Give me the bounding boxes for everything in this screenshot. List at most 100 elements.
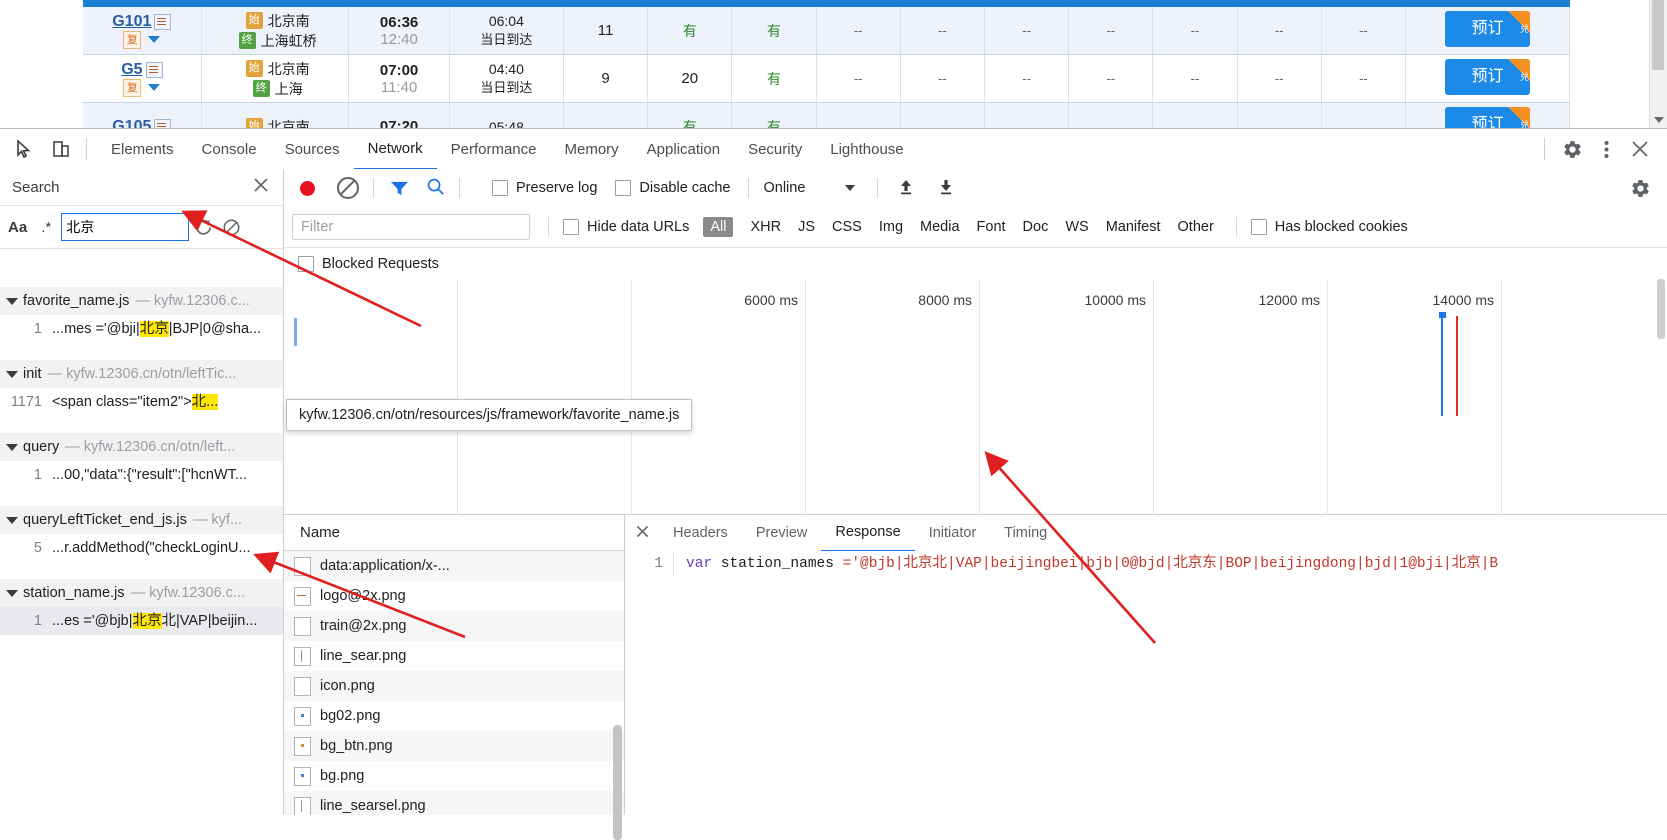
- page-scrollbar-thumb[interactable]: [1652, 0, 1664, 70]
- tab-application[interactable]: Application: [633, 130, 734, 169]
- collapse-triangle-icon[interactable]: [6, 370, 18, 378]
- train-code-cell[interactable]: G5 复: [83, 54, 202, 103]
- close-detail-icon[interactable]: [625, 525, 659, 542]
- list-item[interactable]: bg_btn.png: [284, 731, 624, 761]
- tab-memory[interactable]: Memory: [551, 130, 633, 169]
- search-result-file[interactable]: query — kyfw.12306.cn/otn/left...: [0, 433, 283, 461]
- train-code-cell[interactable]: G101 复: [83, 7, 202, 55]
- detail-tab-initiator[interactable]: Initiator: [915, 516, 991, 551]
- list-item[interactable]: logo@2x.png: [284, 581, 624, 611]
- tab-sources[interactable]: Sources: [271, 130, 354, 169]
- throttling-chevron-down-icon[interactable]: [845, 185, 856, 191]
- overview-scrollbar[interactable]: [1655, 279, 1667, 379]
- inspect-element-icon[interactable]: [8, 134, 38, 164]
- disable-cache-checkbox-group[interactable]: Disable cache: [615, 180, 730, 196]
- collapse-triangle-icon[interactable]: [6, 297, 18, 305]
- tab-elements[interactable]: Elements: [97, 130, 188, 169]
- clear-requests-icon[interactable]: [337, 177, 359, 199]
- record-button-icon[interactable]: [300, 180, 315, 196]
- close-devtools-icon[interactable]: [1623, 132, 1657, 166]
- has-blocked-cookies-checkbox[interactable]: [1250, 219, 1267, 235]
- schedule-icon[interactable]: [154, 119, 172, 128]
- search-magnifier-icon[interactable]: [426, 177, 445, 199]
- list-item[interactable]: bg.png: [284, 761, 624, 791]
- match-case-toggle[interactable]: Aa: [8, 219, 27, 236]
- list-item[interactable]: train@2x.png: [284, 611, 624, 641]
- table-row[interactable]: G101 复 始北京南 终上海虹桥 06:36 12:40 06:04 当日到达…: [83, 7, 1570, 55]
- list-item[interactable]: bg02.png: [284, 701, 624, 731]
- more-options-icon[interactable]: [1589, 132, 1623, 166]
- search-result-line-selected[interactable]: 1 ...es ='@bjb|北京北|VAP|beijin...: [0, 607, 283, 635]
- filter-input[interactable]: Filter: [292, 214, 530, 240]
- table-row[interactable]: G5 复 始北京南 终上海 07:00 11:40 04:40 当日到达 9 2…: [83, 54, 1570, 103]
- filter-type-all[interactable]: All: [703, 217, 734, 237]
- filter-type-xhr[interactable]: XHR: [750, 219, 781, 235]
- collapse-triangle-icon[interactable]: [6, 589, 18, 597]
- settings-gear-icon[interactable]: [1555, 132, 1589, 166]
- search-result-line[interactable]: 1171 <span class="item2">北...: [0, 388, 283, 416]
- filter-funnel-icon[interactable]: [390, 180, 408, 196]
- tab-lighthouse[interactable]: Lighthouse: [816, 130, 917, 169]
- request-rows[interactable]: data:application/x-... logo@2x.png train…: [284, 551, 624, 815]
- preserve-log-checkbox-group[interactable]: Preserve log: [492, 180, 597, 196]
- filter-type-other[interactable]: Other: [1178, 219, 1214, 235]
- expand-caret-icon[interactable]: [148, 84, 161, 91]
- has-blocked-cookies-checkbox-group[interactable]: Has blocked cookies: [1250, 219, 1408, 235]
- regex-toggle[interactable]: .*: [41, 219, 51, 236]
- search-result-line[interactable]: 1 ...00,"data":{"result":["hcnWT...: [0, 461, 283, 489]
- scroll-down-arrow-icon[interactable]: [1654, 117, 1664, 123]
- table-row[interactable]: G105 始北京南 07:20 05:48 有 有 预订 兑: [83, 102, 1570, 129]
- filter-type-ws[interactable]: WS: [1065, 219, 1088, 235]
- import-har-icon[interactable]: [896, 177, 916, 200]
- filter-type-img[interactable]: Img: [879, 219, 903, 235]
- blocked-requests-checkbox[interactable]: [298, 256, 314, 272]
- detail-tab-headers[interactable]: Headers: [659, 516, 742, 551]
- overview-scrollbar-thumb[interactable]: [1657, 279, 1665, 339]
- tab-performance[interactable]: Performance: [437, 130, 551, 169]
- expand-caret-icon[interactable]: [148, 36, 161, 43]
- list-item[interactable]: data:application/x-...: [284, 551, 624, 581]
- book-button[interactable]: 预订 兑: [1445, 59, 1530, 95]
- filter-type-css[interactable]: CSS: [832, 219, 862, 235]
- list-item[interactable]: line_sear.png: [284, 641, 624, 671]
- filter-type-doc[interactable]: Doc: [1023, 219, 1049, 235]
- train-code-cell[interactable]: G105: [83, 102, 202, 129]
- search-result-line[interactable]: 5 ...r.addMethod("checkLoginU...: [0, 534, 283, 562]
- network-overview-timeline[interactable]: 6000 ms 8000 ms 10000 ms 12000 ms 14000 …: [284, 280, 1667, 546]
- detail-tab-timing[interactable]: Timing: [990, 516, 1061, 551]
- schedule-icon[interactable]: [145, 62, 163, 79]
- detail-tab-response[interactable]: Response: [821, 515, 915, 552]
- filter-type-font[interactable]: Font: [977, 219, 1006, 235]
- network-settings-gear-icon[interactable]: [1623, 171, 1657, 205]
- schedule-icon[interactable]: [154, 14, 172, 31]
- clear-search-icon[interactable]: [217, 214, 245, 240]
- tab-console[interactable]: Console: [188, 130, 271, 169]
- search-input[interactable]: [61, 213, 190, 241]
- collapse-triangle-icon[interactable]: [6, 443, 18, 451]
- filter-type-media[interactable]: Media: [920, 219, 960, 235]
- train-code[interactable]: G105: [112, 118, 151, 129]
- tab-security[interactable]: Security: [734, 130, 816, 169]
- collapse-triangle-icon[interactable]: [6, 516, 18, 524]
- request-list-column-header[interactable]: Name: [284, 515, 624, 551]
- detail-tab-preview[interactable]: Preview: [742, 516, 822, 551]
- list-item[interactable]: icon.png: [284, 671, 624, 701]
- filter-type-manifest[interactable]: Manifest: [1106, 219, 1161, 235]
- search-result-file[interactable]: favorite_name.js — kyfw.12306.c...: [0, 287, 283, 315]
- page-scrollbar[interactable]: [1649, 0, 1667, 128]
- device-toolbar-icon[interactable]: [46, 134, 76, 164]
- export-har-icon[interactable]: [936, 177, 956, 200]
- throttling-select[interactable]: Online: [763, 180, 805, 196]
- refresh-search-icon[interactable]: [189, 214, 217, 240]
- search-result-line[interactable]: 1 ...mes ='@bji|北京|BJP|0@sha...: [0, 315, 283, 343]
- train-code[interactable]: G5: [121, 61, 142, 79]
- tab-network[interactable]: Network: [353, 129, 437, 170]
- search-result-file[interactable]: station_name.js — kyfw.12306.c...: [0, 579, 283, 607]
- close-search-icon[interactable]: [253, 177, 269, 198]
- search-result-file[interactable]: init — kyfw.12306.cn/otn/leftTic...: [0, 360, 283, 388]
- book-button[interactable]: 预订 兑: [1445, 11, 1530, 47]
- request-list-scrollbar-thumb[interactable]: [613, 725, 622, 840]
- hide-data-urls-checkbox-group[interactable]: Hide data URLs: [563, 219, 689, 235]
- disable-cache-checkbox[interactable]: [615, 180, 632, 196]
- response-code-view[interactable]: 1 var station_names ='@bjb|北京北|VAP|beiji…: [625, 551, 1667, 815]
